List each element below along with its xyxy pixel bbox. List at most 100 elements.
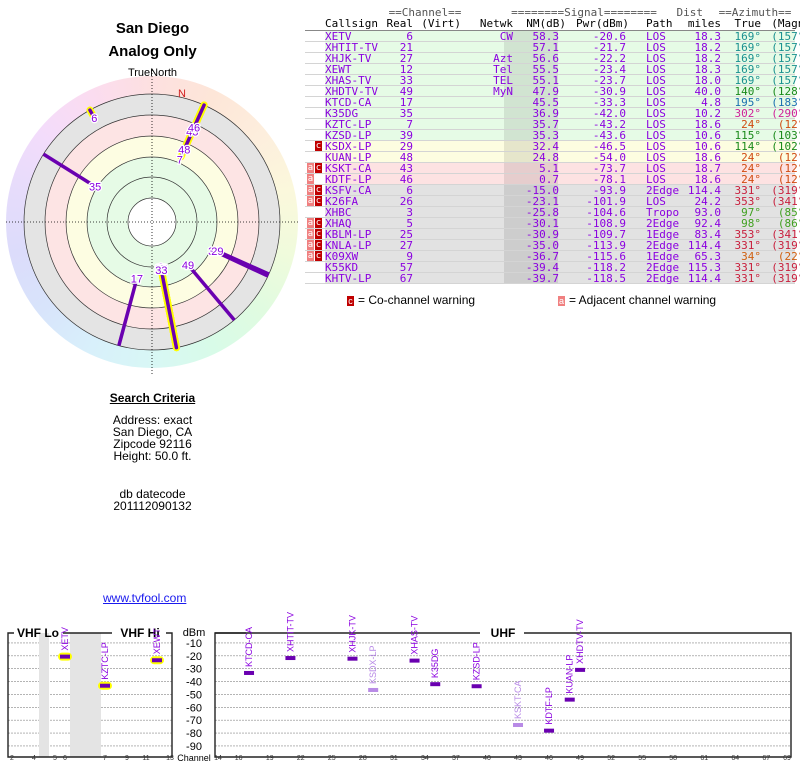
uhf-tick-label: 58: [669, 755, 677, 762]
adjacent-channel-warning-badge: a: [307, 196, 314, 206]
adjacent-channel-badge: a: [558, 295, 565, 306]
uhf-tick-label: 49: [576, 755, 584, 762]
y-tick-label: -10: [186, 638, 202, 650]
station-signal-bar: [285, 656, 296, 661]
radar-plot: N621271233 491735739294843466: [6, 70, 298, 375]
station-channel-label: 35: [89, 181, 101, 193]
station-callsign-label: KZSD-LP: [472, 642, 482, 680]
station-signal-bar: [152, 658, 162, 663]
uhf-tick-label: 19: [266, 755, 274, 762]
co-channel-warning-badge: c: [315, 218, 322, 228]
column-header-real: Real: [386, 17, 414, 30]
vhf-lo-label: VHF Lo: [17, 626, 59, 640]
station-callsign-label: XEWT: [152, 628, 162, 655]
station-callsign-label: KUAN-LP: [565, 655, 575, 694]
station-callsign-label: KTCD-CA: [244, 627, 254, 667]
cell-path: 2Edge: [646, 272, 680, 285]
table-row[interactable]: KHTV-LP 67 -39.7 -118.5 2Edge 114.4 331° (319°): [305, 272, 800, 285]
co-channel-warning-badge: c: [315, 240, 322, 250]
station-callsign-label: XHAS-TV: [410, 616, 420, 655]
column-header-virt: (Virt): [421, 17, 461, 30]
uhf-tick-label: 61: [700, 755, 708, 762]
station-callsign-label: K35DG: [430, 649, 440, 679]
cell-netwk: MyN: [493, 85, 513, 98]
column-header-path: Path: [646, 17, 673, 30]
station-signal-bar: [575, 667, 586, 672]
page-subtitle: Analog Only: [108, 43, 197, 60]
station-channel-label: 29: [211, 246, 223, 258]
x-axis-label: Channel: [177, 753, 211, 763]
adjacent-channel-warning-badge: a: [307, 229, 314, 239]
station-channel-label: 48: [178, 145, 190, 157]
station-callsign-label: XHDTV-TV: [575, 619, 585, 664]
cell-nm: -39.7: [525, 272, 559, 285]
uhf-tick-label: 16: [235, 755, 243, 762]
uhf-tick-label: 40: [483, 755, 491, 762]
y-tick-label: -30: [186, 664, 202, 676]
magnetic-north-label: N: [178, 88, 186, 100]
co-channel-badge: c: [347, 295, 354, 306]
station-channel-label: 49: [182, 260, 194, 272]
station-signal-bar: [60, 654, 70, 659]
uhf-tick-label: 55: [638, 755, 646, 762]
column-header-az_true: True: [734, 17, 762, 30]
adjacent-channel-warning-badge: a: [307, 240, 314, 250]
y-tick-label: -40: [186, 677, 202, 689]
cell-real: 67: [399, 272, 413, 285]
station-callsign-label: XHJK-TV: [347, 615, 357, 653]
vhf-tick-label: 7: [103, 755, 107, 762]
db-datecode-value: 201112090132: [113, 499, 192, 513]
vhf-tick-label: 2: [10, 755, 14, 762]
y-tick-label: -70: [186, 715, 202, 727]
y-tick-label: -20: [186, 651, 202, 663]
cell-dist: 114.4: [687, 272, 721, 285]
cell-pwr: -118.5: [586, 272, 626, 285]
vhf-tick-label: 13: [166, 755, 174, 762]
cell-netwk: CW: [499, 30, 513, 43]
station-signal-bar: [430, 682, 441, 687]
station-signal-bar: [368, 687, 379, 692]
co-channel-warning-badge: c: [315, 251, 322, 261]
column-header-netwk: Netwk: [479, 17, 513, 30]
station-table: ==Channel== ========Signal======== Dist …: [305, 7, 800, 285]
vhf-gap-band: [39, 633, 49, 757]
station-channel-label: 33: [155, 265, 167, 277]
station-signal-bar: [100, 683, 110, 688]
vhf-gap-band: [70, 633, 101, 757]
uhf-tick-label: 14: [214, 755, 222, 762]
co-channel-warning-badge: c: [315, 141, 322, 151]
station-callsign-label: XHTIT-TV: [285, 612, 295, 652]
search-criteria-heading: Search Criteria: [109, 391, 196, 405]
y-tick-label: -90: [186, 741, 202, 753]
station-signal-bar: [244, 670, 255, 675]
station-signal-bar: [347, 656, 358, 661]
co-channel-legend-text: = Co-channel warning: [358, 293, 476, 307]
station-callsign-label: XETV: [60, 627, 70, 651]
station-channel-label: 17: [131, 274, 143, 286]
column-header-callsign: Callsign: [325, 17, 378, 30]
adjacent-channel-warning-badge: a: [307, 163, 314, 173]
uhf-tick-label: 67: [762, 755, 770, 762]
cell-callsign: KHTV-LP: [325, 272, 372, 285]
y-tick-label: -60: [186, 702, 202, 714]
adjacent-channel-legend-text: = Adjacent channel warning: [569, 293, 717, 307]
vhf-tick-label: 5: [53, 755, 57, 762]
station-callsign-label: KSKT-CA: [513, 680, 523, 719]
station-callsign-label: KDTF-LP: [544, 687, 554, 725]
station-signal-bar: [564, 697, 575, 702]
y-unit-label: dBm: [183, 627, 206, 639]
station-callsign-label: KZTC-LP: [100, 642, 110, 680]
station-channel-label: 6: [91, 113, 97, 125]
co-channel-legend: c = Co-channel warning: [347, 293, 475, 307]
adjacent-channel-warning-badge: a: [307, 251, 314, 261]
uhf-tick-label: 37: [452, 755, 460, 762]
uhf-tick-label: 64: [731, 755, 739, 762]
page-title: San Diego: [115, 20, 190, 37]
uhf-tick-label: 69: [783, 755, 791, 762]
uhf-label: UHF: [491, 626, 516, 640]
adjacent-channel-legend: a = Adjacent channel warning: [558, 293, 716, 307]
column-header-nm: NM(dB): [526, 17, 566, 30]
adjacent-channel-warning-badge: a: [307, 185, 314, 195]
station-signal-bar: [513, 722, 524, 727]
y-tick-label: -50: [186, 689, 202, 701]
